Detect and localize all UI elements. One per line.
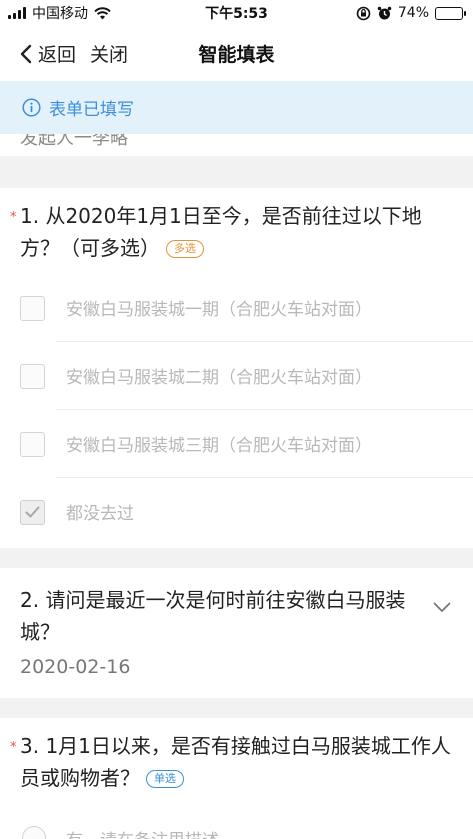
option-checkbox-row[interactable]: 安徽白马服装城一期（合肥火车站对面） [0,274,473,342]
previous-answer-card: 发起人一李略 [0,134,473,156]
checkbox[interactable] [20,432,45,457]
required-mark: * [10,210,17,225]
banner-text: 表单已填写 [49,100,134,120]
battery-percent: 74% [397,5,429,21]
wifi-icon [94,6,111,19]
question-1-text: 1. 从2020年1月1日至今，是否前往过以下地方？（可多选） 多选 [20,200,450,264]
carrier-name: 中国移动 [32,6,88,22]
question-3-text: 3. 1月1日以来，是否有接触过白马服装城工作人员或购物者？ 单选 [20,730,460,794]
status-bar: 中国移动 下午5:53 74% [0,0,473,26]
question-2-card[interactable]: 2. 请问是最近一次是何时前往安徽白马服装城？ 2020-02-16 [0,568,473,698]
previous-answer-text: 发起人一李略 [20,134,128,149]
checkbox-checked[interactable] [20,500,45,525]
question-2-text: 2. 请问是最近一次是何时前往安徽白马服装城？ [20,588,406,644]
question-1-label: 1. 从2020年1月1日至今，是否前往过以下地方？（可多选） [20,204,422,260]
info-icon [22,98,41,117]
option-checkbox-row[interactable]: 安徽白马服装城二期（合肥火车站对面） [0,342,473,410]
checkmark-icon [25,506,40,518]
option-checkbox-row[interactable]: 都没去过 [0,478,473,546]
question-3-card: * 3. 1月1日以来，是否有接触过白马服装城工作人员或购物者？单选 有，请在备… [0,718,473,839]
question-1-card: * 1. 从2020年1月1日至今，是否前往过以下地方？（可多选） 多选 安徽白马… [0,188,473,548]
back-label: 返回 [38,44,77,66]
option-label: 安徽白马服装城一期（合肥火车站对面） [66,300,372,320]
rotation-lock-icon [356,6,371,20]
back-button[interactable]: 返回 [0,40,76,67]
option-label: 安徽白马服装城二期（合肥火车站对面） [66,368,372,388]
checkbox[interactable] [20,364,45,389]
battery-icon [435,6,466,20]
chevron-left-icon [20,44,32,63]
option-label: 有，请在备注里描述 [66,826,219,839]
status-right: 74% [356,5,466,21]
option-label: 都没去过 [66,504,134,524]
chevron-down-icon[interactable] [433,602,451,613]
option-label: 安徽白马服装城三期（合肥火车站对面） [66,436,372,456]
question-2-answer: 2020-02-16 [20,656,131,678]
close-button[interactable]: 关闭 [90,40,128,67]
alarm-icon [377,6,392,19]
nav-bar: 返回 关闭 智能填表 [0,26,473,81]
status-left: 中国移动 [8,3,111,23]
single-select-tag: 单选 [146,770,184,788]
option-radio-row[interactable]: 有，请在备注里描述 [0,818,473,839]
required-mark: * [10,740,17,755]
info-banner: 表单已填写 [0,81,473,134]
multi-select-tag: 多选 [166,240,204,258]
signal-icon [8,7,26,19]
question-3-label: 3. 1月1日以来，是否有接触过白马服装城工作人员或购物者？ [20,734,451,790]
radio-button[interactable] [22,826,46,839]
checkbox[interactable] [20,296,45,321]
option-checkbox-row[interactable]: 安徽白马服装城三期（合肥火车站对面） [0,410,473,478]
